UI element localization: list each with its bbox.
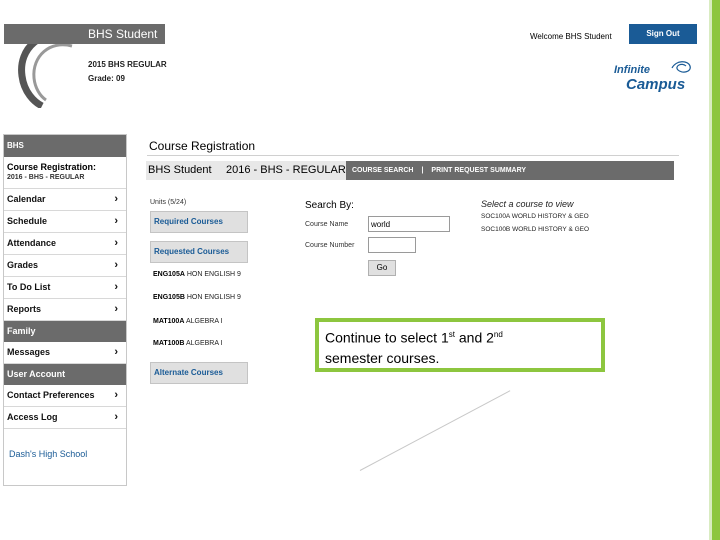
sidebar-item-schedule[interactable]: Schedule › bbox=[4, 211, 126, 233]
search-result-item[interactable]: SOC100B WORLD HISTORY & GEO bbox=[481, 226, 589, 233]
header-grade: Grade: 09 bbox=[88, 74, 125, 83]
units-count: Units (5/24) bbox=[150, 199, 187, 206]
context-student: BHS Student bbox=[148, 164, 212, 176]
logo-text-campus: Campus bbox=[626, 76, 686, 93]
sidebar-section-subtitle: 2016 - BHS - REGULAR bbox=[7, 174, 85, 181]
course-number-label: Course Number bbox=[305, 242, 355, 249]
course-name: HON ENGLISH 9 bbox=[186, 271, 241, 278]
course-name: ALGEBRA I bbox=[185, 318, 223, 325]
chevron-right-icon: › bbox=[114, 389, 118, 401]
instruction-callout: Continue to select 1st and 2nd semester … bbox=[315, 318, 605, 372]
app-title: BHS Student bbox=[88, 27, 158, 41]
sidebar-item-todo[interactable]: To Do List › bbox=[4, 277, 126, 299]
course-name-label: Course Name bbox=[305, 221, 349, 228]
app-title-bar: BHS Student bbox=[4, 24, 165, 44]
sidebar-section-title: Course Registration: bbox=[7, 162, 97, 172]
sidebar-school-header: BHS bbox=[4, 135, 126, 157]
print-request-summary-link[interactable]: PRINT REQUEST SUMMARY bbox=[431, 167, 526, 174]
callout-text-b: and 2 bbox=[454, 329, 494, 346]
divider bbox=[147, 155, 679, 156]
course-code: MAT100B bbox=[153, 340, 185, 347]
result-name: WORLD HISTORY & GEO bbox=[511, 213, 589, 220]
sidebar-item-reports[interactable]: Reports › bbox=[4, 299, 126, 321]
sidebar-item-label: Messages bbox=[7, 347, 51, 357]
search-result-item[interactable]: SOC100A WORLD HISTORY & GEO bbox=[481, 213, 589, 220]
sidebar-item-access-log[interactable]: Access Log › bbox=[4, 407, 126, 429]
select-course-hint: Select a course to view bbox=[481, 199, 574, 209]
slide: BHS Student 2015 BHS REGULAR Grade: 09 W… bbox=[0, 0, 720, 540]
nav-separator: | bbox=[421, 167, 424, 174]
header-year: 2015 BHS REGULAR bbox=[88, 60, 167, 69]
sidebar-group-user-account: User Account bbox=[4, 364, 126, 385]
course-code: MAT100A bbox=[153, 318, 185, 325]
context-year: 2016 - BHS - REGULAR bbox=[226, 164, 346, 176]
sidebar-item-label: Calendar bbox=[7, 194, 46, 204]
sidebar-item-course-registration[interactable]: Course Registration: 2016 - BHS - REGULA… bbox=[4, 157, 126, 189]
course-code: ENG105B bbox=[153, 294, 185, 301]
result-name: WORLD HISTORY & GEO bbox=[512, 226, 590, 233]
course-list-item[interactable]: ENG105B HON ENGLISH 9 bbox=[153, 294, 241, 301]
required-courses-button[interactable]: Required Courses bbox=[150, 211, 248, 233]
go-button[interactable]: Go bbox=[368, 260, 396, 276]
alternate-courses-button[interactable]: Alternate Courses bbox=[150, 362, 248, 384]
page-title: Course Registration bbox=[149, 139, 256, 153]
logo-text-infinite: Infinite bbox=[614, 64, 651, 76]
sidebar-item-label: Grades bbox=[7, 260, 39, 270]
welcome-text: Welcome BHS Student bbox=[530, 32, 612, 41]
slide-accent-strip bbox=[712, 0, 720, 540]
course-name: HON ENGLISH 9 bbox=[186, 294, 241, 301]
sidebar-item-label: Attendance bbox=[7, 238, 57, 248]
chevron-right-icon: › bbox=[114, 259, 118, 271]
sidebar-item-label: Reports bbox=[7, 304, 42, 314]
result-code: SOC100B bbox=[481, 226, 511, 233]
chevron-right-icon: › bbox=[114, 193, 118, 205]
course-name: ALGEBRA I bbox=[185, 340, 223, 347]
callout-sup-2: nd bbox=[493, 330, 503, 339]
sidebar-item-grades[interactable]: Grades › bbox=[4, 255, 126, 277]
chevron-right-icon: › bbox=[114, 303, 118, 315]
sign-out-button[interactable]: Sign Out bbox=[629, 24, 697, 44]
course-list-item[interactable]: ENG105A HON ENGLISH 9 bbox=[153, 271, 241, 278]
chevron-right-icon: › bbox=[114, 237, 118, 249]
registration-nav: COURSE SEARCH | PRINT REQUEST SUMMARY bbox=[346, 161, 674, 180]
sidebar-item-contact-preferences[interactable]: Contact Preferences › bbox=[4, 385, 126, 407]
callout-text-a: Continue to select 1 bbox=[325, 329, 449, 346]
sidebar-item-label: Schedule bbox=[7, 216, 48, 226]
course-name-input[interactable] bbox=[368, 216, 450, 232]
sidebar-item-calendar[interactable]: Calendar › bbox=[4, 189, 126, 211]
sidebar-item-messages[interactable]: Messages › bbox=[4, 342, 126, 364]
result-code: SOC100A bbox=[481, 213, 510, 220]
search-by-label: Search By: bbox=[305, 200, 354, 211]
decorative-line bbox=[359, 390, 511, 471]
sidebar: BHS Course Registration: 2016 - BHS - RE… bbox=[3, 134, 127, 486]
requested-courses-button[interactable]: Requested Courses bbox=[150, 241, 248, 263]
callout-text-c: semester courses. bbox=[325, 349, 440, 366]
school-link[interactable]: Dash's High School bbox=[4, 429, 126, 459]
chevron-right-icon: › bbox=[114, 281, 118, 293]
course-number-input[interactable] bbox=[368, 237, 416, 253]
chevron-right-icon: › bbox=[114, 346, 118, 358]
course-list-item[interactable]: MAT100B ALGEBRA I bbox=[153, 340, 223, 347]
sidebar-item-label: Contact Preferences bbox=[7, 390, 95, 400]
course-search-link[interactable]: COURSE SEARCH bbox=[352, 167, 413, 174]
sidebar-item-label: Access Log bbox=[7, 412, 58, 422]
sidebar-item-attendance[interactable]: Attendance › bbox=[4, 233, 126, 255]
chevron-right-icon: › bbox=[114, 215, 118, 227]
sidebar-item-label: To Do List bbox=[7, 282, 51, 292]
course-code: ENG105A bbox=[153, 271, 185, 278]
chevron-right-icon: › bbox=[114, 411, 118, 423]
sidebar-group-family: Family bbox=[4, 321, 126, 342]
course-list-item[interactable]: MAT100A ALGEBRA I bbox=[153, 318, 223, 325]
